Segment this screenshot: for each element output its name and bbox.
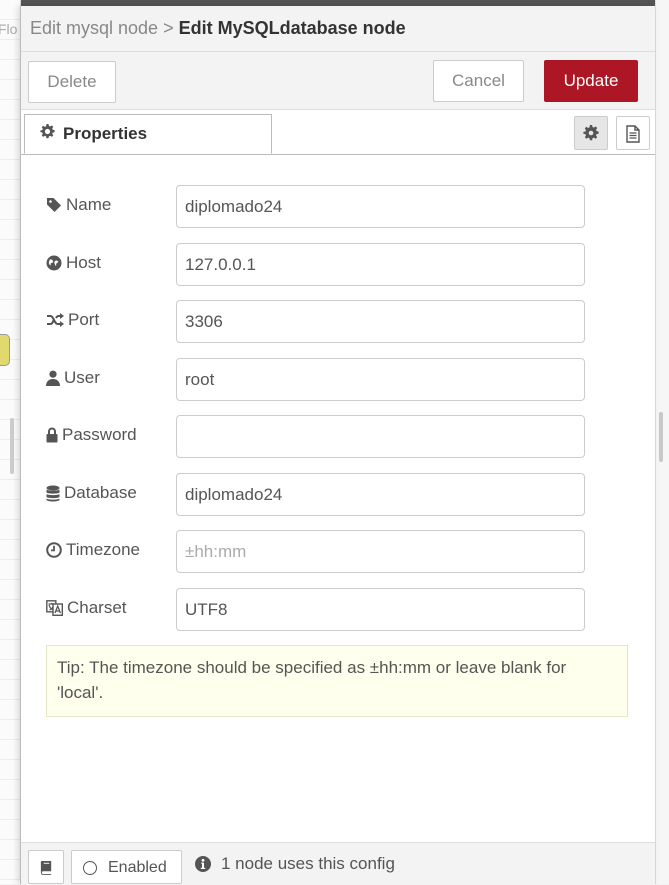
database-label: Database xyxy=(46,483,137,503)
database-input[interactable]: diplomado24 xyxy=(176,473,585,516)
info-icon xyxy=(195,856,211,872)
timezone-input[interactable]: ±hh:mm xyxy=(176,530,585,573)
gear-icon xyxy=(40,124,55,144)
node-properties-tab-button[interactable] xyxy=(574,116,608,150)
timezone-tip: Tip: The timezone should be specified as… xyxy=(46,645,628,717)
workspace-scroll-handle[interactable] xyxy=(10,418,14,474)
random-icon xyxy=(47,313,64,327)
sidebar-edge xyxy=(655,0,669,884)
charset-label-text: Charset xyxy=(67,598,127,617)
host-label-text: Host xyxy=(66,253,101,272)
port-input[interactable]: 3306 xyxy=(176,300,585,343)
timezone-label: Timezone xyxy=(46,540,140,560)
tray-header: Edit mysql node > Edit MySQLdatabase nod… xyxy=(21,6,655,52)
globe-icon xyxy=(46,255,62,271)
name-input[interactable]: diplomado24 xyxy=(176,185,585,228)
config-usage-text: 1 node uses this config xyxy=(221,854,395,873)
tip-line-2: 'local'. xyxy=(57,683,104,702)
workspace-tab-glimpse: Flo xyxy=(0,21,18,37)
node-description-tab-button[interactable] xyxy=(616,116,650,150)
form-row-database: Database diplomado24 xyxy=(21,473,655,517)
port-label: Port xyxy=(46,310,99,330)
host-label: Host xyxy=(46,253,101,273)
form-row-name: Name diplomado24 xyxy=(21,185,655,229)
breadcrumb-parent[interactable]: Edit mysql node xyxy=(30,18,158,38)
tab-properties[interactable]: Properties xyxy=(24,114,272,154)
tip-line-1: Tip: The timezone should be specified as… xyxy=(57,658,567,677)
enabled-label: Enabled xyxy=(108,859,167,876)
sidebar-resize-handle[interactable] xyxy=(659,412,663,462)
update-button[interactable]: Update xyxy=(544,60,638,102)
edit-config-node-tray: Edit mysql node > Edit MySQLdatabase nod… xyxy=(20,6,655,885)
user-icon xyxy=(46,370,60,386)
lock-icon xyxy=(46,427,58,443)
password-input[interactable] xyxy=(176,415,585,458)
tray-tabs: Properties xyxy=(21,110,655,155)
timezone-label-text: Timezone xyxy=(66,540,141,559)
host-input[interactable]: 127.0.0.1 xyxy=(176,243,585,286)
user-label: User xyxy=(46,368,100,388)
password-label: Password xyxy=(46,425,137,445)
form-row-user: User root xyxy=(21,358,655,402)
document-icon xyxy=(626,125,640,143)
database-label-text: Database xyxy=(64,483,137,502)
language-icon xyxy=(46,600,63,616)
config-usage: 1 node uses this config xyxy=(195,854,395,874)
form-row-host: Host 127.0.0.1 xyxy=(21,243,655,287)
workspace-background: Flo xyxy=(0,0,21,884)
tray-toolbar: Delete Cancel Update xyxy=(21,52,655,110)
tray-title: Edit MySQLdatabase node xyxy=(178,18,406,38)
enabled-toggle[interactable]: Enabled xyxy=(71,850,182,884)
clock-icon xyxy=(46,542,62,558)
user-input[interactable]: root xyxy=(176,358,585,401)
breadcrumb: Edit mysql node > Edit MySQLdatabase nod… xyxy=(30,6,406,51)
charset-input[interactable]: UTF8 xyxy=(176,588,585,631)
port-label-text: Port xyxy=(68,310,100,329)
form-row-port: Port 3306 xyxy=(21,300,655,344)
delete-button[interactable]: Delete xyxy=(28,61,116,103)
password-label-text: Password xyxy=(62,425,137,444)
gear-icon xyxy=(583,125,599,141)
tab-properties-label: Properties xyxy=(63,124,148,143)
database-icon xyxy=(46,485,60,501)
enabled-radio-icon xyxy=(83,861,97,875)
help-button[interactable] xyxy=(28,850,64,884)
tag-icon xyxy=(47,198,61,212)
tray-footer: Enabled 1 node uses this config xyxy=(21,842,655,885)
form-row-password: Password xyxy=(21,415,655,459)
name-label-text: Name xyxy=(66,195,112,214)
workspace-node-glimpse xyxy=(0,334,10,366)
charset-label: Charset xyxy=(46,598,127,618)
user-label-text: User xyxy=(64,368,100,387)
name-label: Name xyxy=(46,195,111,215)
breadcrumb-separator: > xyxy=(163,18,174,38)
cancel-button[interactable]: Cancel xyxy=(433,60,524,102)
form-row-charset: Charset UTF8 xyxy=(21,588,655,632)
form-row-timezone: Timezone ±hh:mm xyxy=(21,530,655,574)
book-icon xyxy=(40,860,52,875)
